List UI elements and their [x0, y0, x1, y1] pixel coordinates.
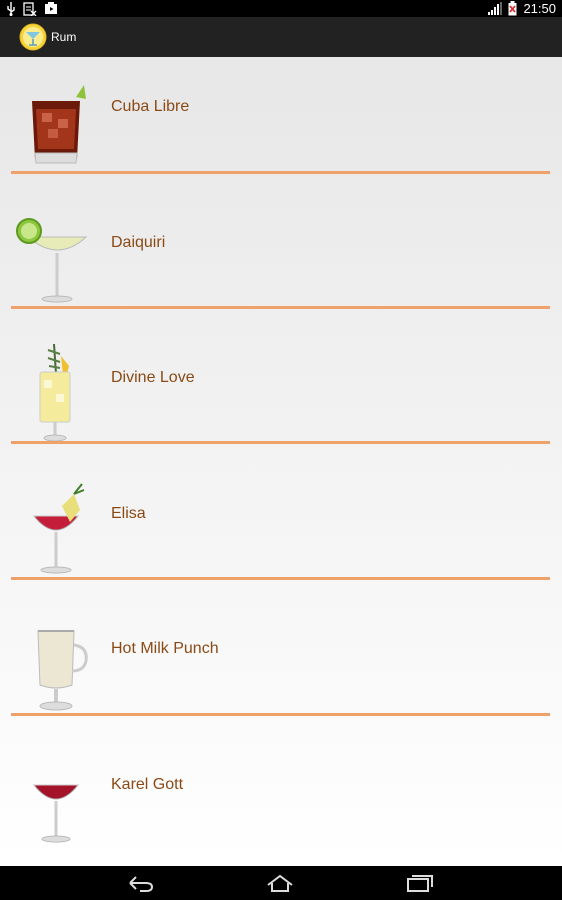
row-divider — [11, 171, 550, 174]
usb-icon — [7, 1, 15, 16]
row-divider — [11, 441, 550, 444]
cocktail-name: Cuba Libre — [111, 98, 190, 115]
rocks-glass-cola-icon — [32, 85, 86, 164]
red-coupe-glass-icon — [32, 483, 85, 574]
cocktail-name: Karel Gott — [111, 776, 184, 793]
back-icon[interactable] — [126, 873, 154, 893]
cocktail-name: Daiquiri — [111, 234, 166, 251]
sim-off-icon — [23, 1, 37, 16]
irish-coffee-glass-icon — [37, 630, 88, 711]
battery-alert-icon — [508, 1, 517, 16]
signal-icon — [488, 2, 503, 15]
cocktail-name: Divine Love — [111, 369, 195, 386]
action-bar: Rum — [0, 17, 562, 57]
page-title: Rum — [51, 30, 77, 44]
lemon-cocktail-icon[interactable] — [19, 23, 47, 51]
status-bar: 21:50 — [0, 0, 562, 17]
home-icon[interactable] — [266, 873, 294, 893]
highball-glass-icon — [39, 343, 71, 442]
system-indicators: 21:50 — [488, 0, 556, 17]
list-item-karel-gott[interactable]: Karel Gott — [0, 735, 562, 870]
clock: 21:50 — [523, 1, 556, 16]
cocktail-name: Elisa — [111, 505, 146, 522]
cocktail-list[interactable]: Cuba Libre Daiquiri Divine Love Elisa Ho… — [0, 57, 562, 866]
notification-icons — [6, 1, 58, 16]
navigation-bar — [0, 866, 562, 900]
media-icon — [45, 2, 57, 14]
cocktail-name: Hot Milk Punch — [111, 640, 219, 657]
row-divider — [11, 577, 550, 580]
row-divider — [11, 713, 550, 716]
coupe-glass-lime-icon — [16, 218, 88, 303]
row-divider — [11, 306, 550, 309]
red-coupe-glass-icon — [32, 784, 80, 843]
recent-apps-icon[interactable] — [406, 873, 434, 893]
